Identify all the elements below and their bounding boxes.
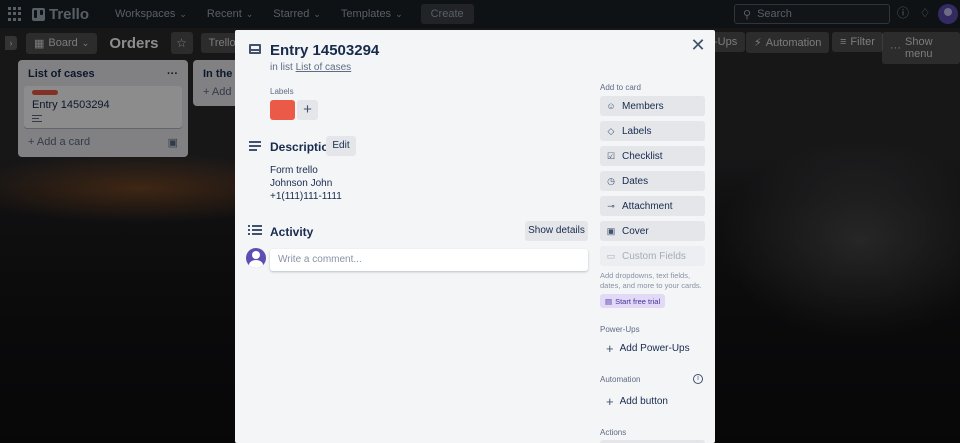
person-icon: ☺: [606, 101, 616, 111]
actions-heading: Actions: [600, 428, 627, 437]
card-detail-modal: ✕ Entry 14503294 in list List of cases L…: [235, 30, 715, 443]
user-avatar: [246, 248, 266, 268]
plus-icon: +: [606, 393, 614, 409]
description-text[interactable]: Form trello Johnson John +1(111)111-1111: [270, 164, 342, 203]
activity-heading: Activity: [270, 225, 314, 239]
edit-description-button[interactable]: Edit: [326, 136, 356, 156]
show-details-button[interactable]: Show details: [525, 221, 588, 241]
attachment-button[interactable]: ⊸ Attachment: [600, 196, 705, 216]
plus-icon: +: [606, 340, 614, 356]
tag-icon: ◇: [607, 125, 615, 136]
add-button-button[interactable]: + Add button: [600, 390, 705, 412]
add-power-ups-button[interactable]: + Add Power-Ups: [600, 337, 705, 359]
custom-fields-icon: ▭: [606, 250, 616, 261]
in-list-info: in list List of cases: [270, 62, 352, 73]
cover-icon: ▣: [606, 225, 616, 236]
cover-button[interactable]: ▣ Cover: [600, 221, 705, 241]
checklist-button[interactable]: ☑ Checklist: [600, 146, 705, 166]
checklist-icon: ☑: [606, 150, 616, 161]
close-icon[interactable]: ✕: [689, 36, 707, 54]
description-icon: [249, 141, 261, 151]
paperclip-icon: ⊸: [607, 200, 615, 211]
custom-fields-note: Add dropdowns, text fields, dates, and m…: [600, 271, 702, 290]
list-link[interactable]: List of cases: [296, 62, 352, 73]
comment-input[interactable]: Write a comment...: [270, 249, 588, 271]
add-to-card-heading: Add to card: [600, 83, 641, 92]
add-label-button[interactable]: +: [297, 100, 318, 120]
dates-button[interactable]: ◷ Dates: [600, 171, 705, 191]
labels-heading: Labels: [270, 87, 294, 96]
labels-button[interactable]: ◇ Labels: [600, 121, 705, 141]
members-button[interactable]: ☺ Members: [600, 96, 705, 116]
card-title[interactable]: Entry 14503294: [270, 42, 379, 59]
card-icon: [249, 44, 261, 54]
start-free-trial-button[interactable]: ▤ Start free trial: [600, 294, 666, 308]
gift-icon: ▤: [605, 296, 613, 306]
info-icon[interactable]: i: [693, 374, 703, 384]
clock-icon: ◷: [607, 175, 615, 186]
power-ups-heading: Power-Ups: [600, 325, 640, 334]
label-chip[interactable]: [270, 100, 295, 120]
activity-icon: [248, 225, 262, 236]
custom-fields-button[interactable]: ▭ Custom Fields: [600, 246, 705, 266]
automation-heading: Automation: [600, 375, 641, 384]
